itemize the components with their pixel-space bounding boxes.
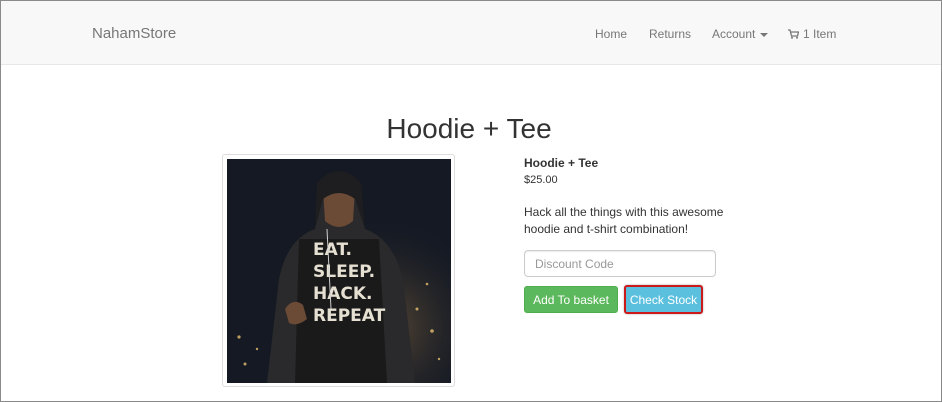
discount-code-input[interactable] <box>524 250 716 277</box>
check-stock-button[interactable]: Check Stock <box>624 285 703 314</box>
nav-account-label: Account <box>712 27 756 41</box>
shirt-print-line-4: REPEAT <box>313 306 386 326</box>
add-to-basket-button[interactable]: Add To basket <box>524 286 618 313</box>
nav-cart-link[interactable]: 1 Item <box>788 27 836 42</box>
shirt-print-line-1: EAT. <box>313 240 352 260</box>
product-photo: EAT. SLEEP. HACK. REPEAT <box>227 159 451 383</box>
product-price: $25.00 <box>524 174 558 186</box>
product-photo-illustration: EAT. SLEEP. HACK. REPEAT <box>227 159 451 383</box>
nav-home-link[interactable]: Home <box>595 27 627 41</box>
product-description: Hack all the things with this awesome ho… <box>524 205 724 236</box>
page-title: Hoodie + Tee <box>386 113 552 144</box>
shirt-print-line-3: HACK. <box>313 284 373 304</box>
brand-link[interactable]: NahamStore <box>92 25 176 42</box>
shopping-cart-icon <box>788 28 800 42</box>
product-name: Hoodie + Tee <box>524 156 599 170</box>
product-image-thumbnail: EAT. SLEEP. HACK. REPEAT <box>222 154 455 387</box>
shirt-print-line-2: SLEEP. <box>313 262 375 282</box>
navbar: NahamStore Home Returns Account 1 Item <box>1 1 941 65</box>
caret-down-icon <box>760 32 769 37</box>
nav-account-dropdown[interactable]: Account <box>712 27 769 41</box>
nav-returns-link[interactable]: Returns <box>649 27 691 41</box>
cart-count-label: 1 Item <box>803 27 837 41</box>
